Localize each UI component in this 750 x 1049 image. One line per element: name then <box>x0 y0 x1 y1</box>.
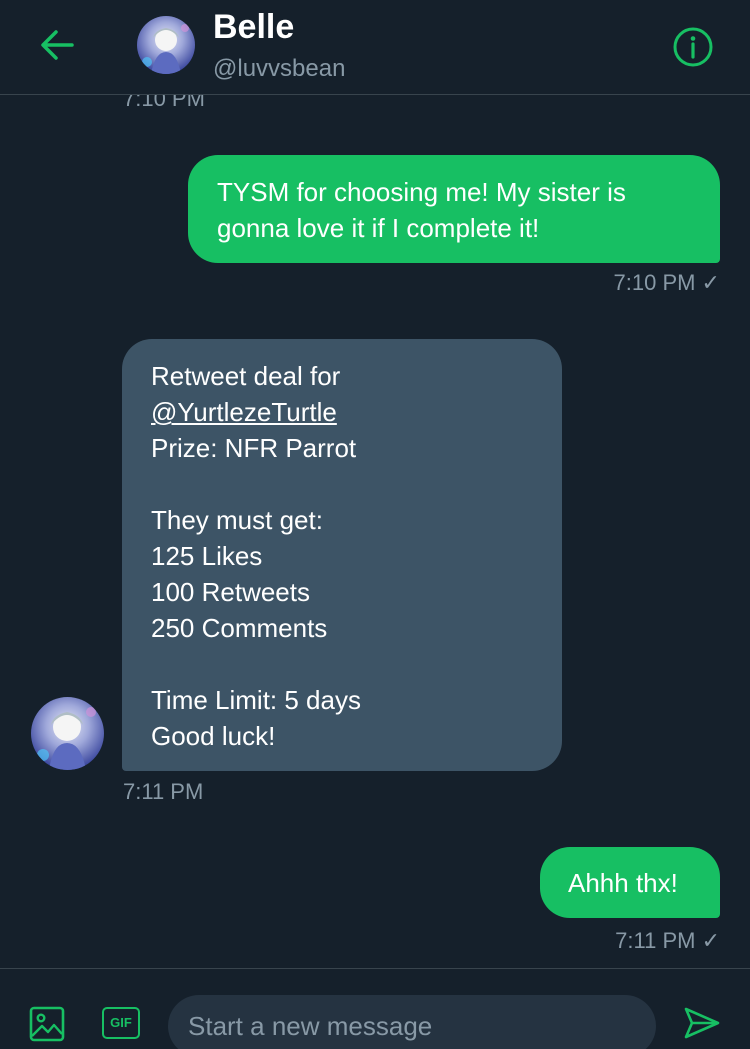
message-text-line: Time Limit: 5 days <box>151 685 361 715</box>
message-text-line: They must get: <box>151 505 323 535</box>
message-text-line: 250 Comments <box>151 613 328 643</box>
info-button[interactable] <box>672 26 714 68</box>
conversation-title: Belle <box>213 8 295 46</box>
message-input[interactable] <box>168 995 656 1049</box>
gif-button[interactable]: GIF <box>102 1007 140 1039</box>
message-text-line: 125 Likes <box>151 541 263 571</box>
message-timestamp: 7:10 PM ✓ <box>613 270 720 295</box>
message-text-line: gonna love it if I complete it! <box>217 213 540 243</box>
message-timestamp: 7:11 PM ✓ <box>615 928 720 953</box>
add-media-button[interactable] <box>28 1005 66 1043</box>
image-icon <box>29 1006 65 1042</box>
message-bubble-outgoing[interactable]: Ahhh thx! <box>540 847 720 918</box>
sender-avatar[interactable] <box>31 697 104 770</box>
message-text-line: Ahhh thx! <box>568 868 678 898</box>
message-text-line: TYSM for choosing me! My sister is <box>217 177 626 207</box>
message-composer: GIF <box>0 968 750 1049</box>
conversation-header: Belle @luvvsbean <box>0 0 750 95</box>
avatar[interactable] <box>137 16 195 74</box>
message-text-line: Good luck! <box>151 721 276 751</box>
message-text-line: Retweet deal for <box>151 361 341 391</box>
message-bubble-incoming[interactable]: Retweet deal for @YurtlezeTurtle Prize: … <box>122 339 562 771</box>
back-button[interactable] <box>34 25 82 65</box>
info-icon <box>673 27 713 67</box>
send-icon <box>684 1007 720 1039</box>
arrow-left-icon <box>41 30 74 60</box>
mention-link[interactable]: @YurtlezeTurtle <box>151 394 562 430</box>
message-text-line: Prize: NFR Parrot <box>151 433 357 463</box>
message-bubble-outgoing[interactable]: TYSM for choosing me! My sister is gonna… <box>188 155 720 263</box>
message-text-line: 100 Retweets <box>151 577 310 607</box>
message-timestamp: 7:11 PM <box>123 779 204 804</box>
send-button[interactable] <box>682 1003 722 1043</box>
conversation-handle: @luvvsbean <box>213 55 346 82</box>
